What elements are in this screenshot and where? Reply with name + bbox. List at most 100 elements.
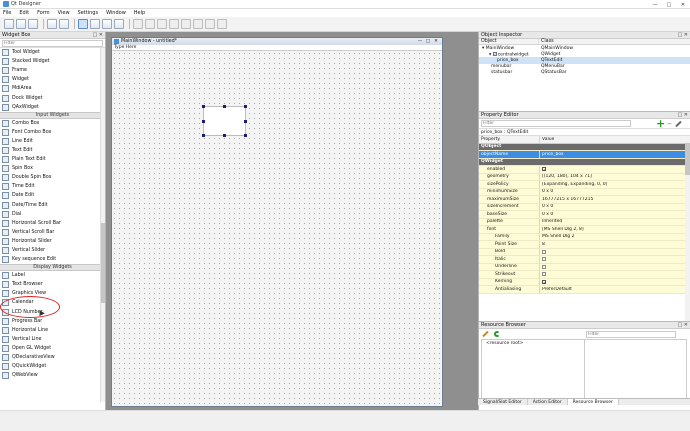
close-icon[interactable]: ✕ bbox=[676, 0, 690, 9]
widget-item[interactable]: Dock Widget bbox=[0, 93, 105, 102]
property-value[interactable]: [Expanding, Expanding, 0, 0] bbox=[540, 182, 607, 187]
edit-tab-order-icon[interactable] bbox=[114, 19, 124, 29]
property-row[interactable]: Family MS Shell Dlg 2 bbox=[479, 233, 690, 241]
menu-window[interactable]: Window bbox=[106, 10, 126, 16]
checked-checkbox-icon[interactable]: ✓ bbox=[542, 279, 546, 284]
widget-item[interactable]: Tool Widget bbox=[0, 48, 105, 57]
edit-resources-icon[interactable] bbox=[482, 330, 489, 338]
property-row[interactable]: font [MS Shell Dlg 2, 8] bbox=[479, 226, 690, 234]
edit-signals-slots-icon[interactable] bbox=[90, 19, 100, 29]
widget-item[interactable]: Date Edit bbox=[0, 191, 105, 200]
new-form-icon[interactable] bbox=[4, 19, 14, 29]
category-input-widgets[interactable]: Input Widgets bbox=[0, 111, 105, 119]
property-row[interactable]: Point Size 8 bbox=[479, 241, 690, 249]
property-value[interactable]: 0 x 0 bbox=[540, 204, 553, 209]
resize-handle[interactable] bbox=[244, 134, 247, 137]
column-property[interactable]: Property bbox=[479, 136, 540, 143]
property-filter-input[interactable] bbox=[481, 120, 631, 127]
unchecked-checkbox-icon[interactable] bbox=[542, 272, 546, 277]
widget-item[interactable]: QWebView bbox=[0, 371, 105, 380]
widget-item[interactable]: MdiArea bbox=[0, 84, 105, 93]
property-row[interactable]: Kerning ✓ bbox=[479, 278, 690, 286]
maximize-icon[interactable]: □ bbox=[662, 0, 676, 9]
layout-splitter-v-icon[interactable] bbox=[169, 19, 179, 29]
edit-widgets-icon[interactable] bbox=[78, 19, 88, 29]
remove-property-icon[interactable]: – bbox=[667, 119, 672, 128]
widget-item[interactable]: Progress Bar bbox=[0, 317, 105, 326]
configure-icon[interactable] bbox=[675, 120, 682, 127]
price-box-text-edit[interactable] bbox=[202, 105, 247, 137]
widget-item[interactable]: Font Combo Box bbox=[0, 128, 105, 137]
widget-item[interactable]: Text Browser bbox=[0, 280, 105, 289]
widget-item[interactable]: Stacked Widget bbox=[0, 57, 105, 66]
widget-filter-input[interactable] bbox=[2, 40, 103, 47]
property-checkbox[interactable] bbox=[540, 264, 546, 269]
redo-icon[interactable] bbox=[59, 19, 69, 29]
dock-close-icon[interactable]: □ ✕ bbox=[92, 32, 103, 38]
column-value[interactable]: Value bbox=[540, 137, 554, 142]
form-window[interactable]: MainWindow - untitled* — □ ✕ Type Here bbox=[111, 37, 443, 407]
widget-item[interactable]: Vertical Scroll Bar bbox=[0, 228, 105, 237]
widget-item[interactable]: Vertical Slider bbox=[0, 246, 105, 255]
widget-item[interactable]: Vertical Line bbox=[0, 335, 105, 344]
resize-handle[interactable] bbox=[202, 120, 205, 123]
tab-action-editor[interactable]: Action Editor bbox=[528, 399, 568, 405]
widget-item[interactable]: Frame bbox=[0, 66, 105, 75]
widget-item[interactable]: Horizontal Scroll Bar bbox=[0, 219, 105, 228]
layout-grid-icon[interactable] bbox=[181, 19, 191, 29]
unchecked-checkbox-icon[interactable] bbox=[542, 257, 546, 262]
property-value[interactable]: PreferDefault bbox=[540, 287, 572, 292]
property-row[interactable]: QWidget bbox=[479, 158, 690, 166]
resize-handle[interactable] bbox=[202, 134, 205, 137]
property-row[interactable]: geometry [(120, 180), 104 x 71] bbox=[479, 173, 690, 181]
adjust-size-icon[interactable] bbox=[217, 19, 227, 29]
category-display-widgets[interactable]: Display Widgets bbox=[0, 264, 105, 272]
menu-edit[interactable]: Edit bbox=[19, 10, 29, 16]
widget-item[interactable]: Line Edit bbox=[0, 137, 105, 146]
property-checkbox[interactable]: ✓ bbox=[540, 167, 546, 172]
property-value[interactable]: price_box bbox=[540, 152, 564, 157]
property-checkbox[interactable]: ✓ bbox=[540, 279, 546, 284]
property-row[interactable]: objectName price_box bbox=[479, 151, 690, 159]
resource-filter-input[interactable] bbox=[586, 330, 676, 338]
property-value[interactable]: 0 x 0 bbox=[540, 189, 553, 194]
property-row[interactable]: Strikeout bbox=[479, 271, 690, 279]
widget-item[interactable]: Key sequence Edit bbox=[0, 255, 105, 264]
scrollbar-thumb[interactable] bbox=[685, 143, 690, 175]
column-object[interactable]: Object bbox=[479, 39, 539, 44]
dock-close-icon[interactable]: □ ✕ bbox=[677, 322, 688, 328]
widget-item[interactable]: Horizontal Slider bbox=[0, 237, 105, 246]
menu-settings[interactable]: Settings bbox=[78, 10, 99, 16]
property-value[interactable]: [(120, 180), 104 x 71] bbox=[540, 174, 592, 179]
tree-row[interactable]: statusbar QStatusBar bbox=[479, 70, 690, 76]
open-form-icon[interactable] bbox=[16, 19, 26, 29]
widget-item[interactable]: Spin Box bbox=[0, 164, 105, 173]
widget-item[interactable]: Date/Time Edit bbox=[0, 201, 105, 210]
form-maximize-icon[interactable]: □ bbox=[424, 38, 432, 45]
layout-horizontal-icon[interactable] bbox=[133, 19, 143, 29]
property-row[interactable]: Bold bbox=[479, 248, 690, 256]
property-row[interactable]: palette Inherited bbox=[479, 218, 690, 226]
widget-item[interactable]: Open GL Widget bbox=[0, 344, 105, 353]
widget-item[interactable]: QAxWidget bbox=[0, 103, 105, 112]
menu-form[interactable]: Form bbox=[37, 10, 50, 16]
layout-splitter-h-icon[interactable] bbox=[157, 19, 167, 29]
widget-item[interactable]: Widget bbox=[0, 75, 105, 84]
property-value[interactable]: 16777215 x 16777215 bbox=[540, 197, 593, 202]
resize-handle[interactable] bbox=[223, 105, 226, 108]
widget-item[interactable]: Double Spin Box bbox=[0, 173, 105, 182]
property-value[interactable]: [MS Shell Dlg 2, 8] bbox=[540, 227, 584, 232]
widget-item[interactable]: Combo Box bbox=[0, 119, 105, 128]
property-row[interactable]: maximumSize 16777215 x 16777215 bbox=[479, 196, 690, 204]
property-value[interactable]: 0 x 0 bbox=[540, 212, 553, 217]
save-form-icon[interactable] bbox=[28, 19, 38, 29]
form-title-bar[interactable]: MainWindow - untitled* — □ ✕ bbox=[112, 38, 442, 45]
break-layout-icon[interactable] bbox=[205, 19, 215, 29]
undo-icon[interactable] bbox=[47, 19, 57, 29]
menu-help[interactable]: Help bbox=[134, 10, 145, 16]
resource-list[interactable] bbox=[585, 339, 687, 403]
resource-tree[interactable]: <resource root> bbox=[481, 339, 585, 403]
property-checkbox[interactable] bbox=[540, 272, 546, 277]
property-row[interactable]: Italic bbox=[479, 256, 690, 264]
widget-item[interactable]: QDeclarativeView bbox=[0, 353, 105, 362]
